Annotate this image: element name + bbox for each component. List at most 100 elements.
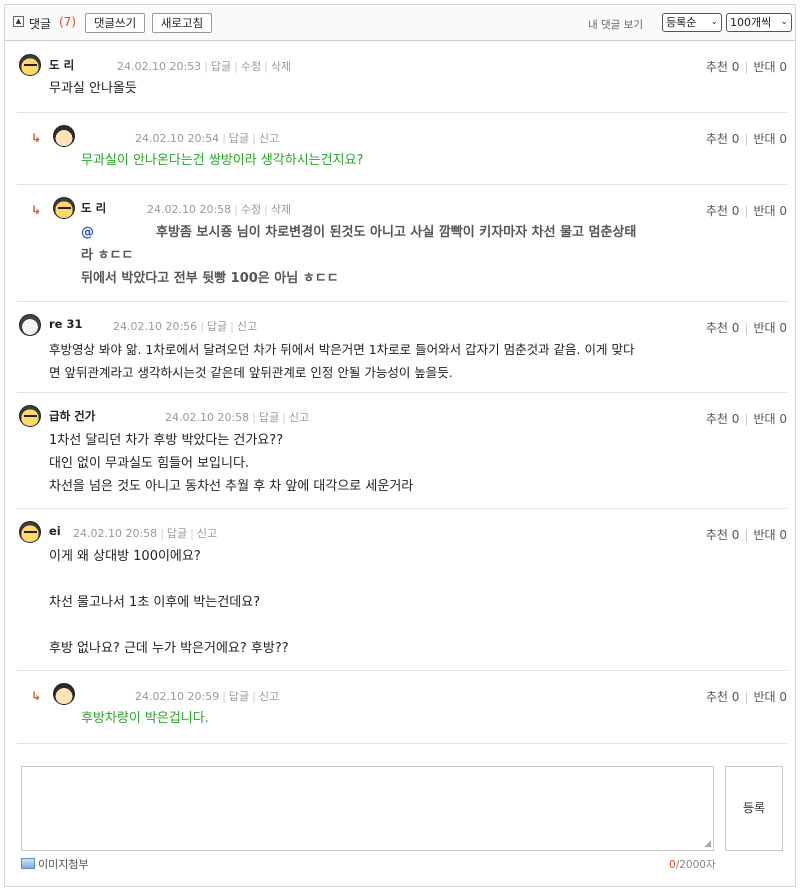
comment-meta: 24.02.10 20:58 | 수정 | 삭제 [147,203,292,216]
comment-votes: 추천 0 | 반대 0 [705,204,787,218]
downvote-button[interactable]: 반대 0 [753,132,787,146]
comment-line-with-mention: @ 후방좀 보시죵 님이 차로변경이 된것도 아니고 사실 깜빡이 키자마자 차선… [81,221,636,244]
comment-item: 도 리 24.02.10 20:53 | 답글 | 수정 | 삭제 추천 0 | 반대 0 무과… [17,42,787,113]
comment-line: 차선을 넘은 것도 아니고 동차선 추월 후 차 앞에 대각으로 세운거라 [49,479,414,494]
comment-section: ▲ 댓글 (7) 댓글쓰기 새로고침 내 댓글 보기 등록순 ⌄ 100개씩 ⌄ 도… [4,4,796,887]
comment-meta: 24.02.10 20:58 | 답글 | 신고 [73,527,218,540]
my-comments-link[interactable]: 내 댓글 보기 [588,17,643,32]
comment-title: 댓글 [29,17,52,31]
per-page-select[interactable]: 100개씩 ⌄ [726,13,792,32]
sort-select[interactable]: 등록순 ⌄ [662,13,722,32]
downvote-button[interactable]: 반대 0 [753,60,787,74]
downvote-button[interactable]: 반대 0 [753,690,787,704]
comment-line: 1차선 달리던 차가 후방 박았다는 건가요?? [49,433,284,448]
edit-link[interactable]: 수정 [241,203,261,216]
comment-author[interactable]: 급하 건가 [49,408,95,424]
reply-link[interactable]: 답글 [167,527,187,540]
submit-comment-button[interactable]: 등록 [725,766,783,851]
upvote-button[interactable]: 추천 0 [706,321,740,335]
comment-body: 무과실 안나올듯 [49,77,137,100]
report-link[interactable]: 신고 [259,690,279,703]
comment-count: (7) [59,15,76,29]
reply-arrow-icon: ↳ [31,131,42,145]
resize-handle-icon[interactable]: ◢ [704,839,711,849]
comment-votes: 추천 0 | 반대 0 [705,690,787,704]
reply-link[interactable]: 답글 [259,411,279,424]
report-link[interactable]: 신고 [289,411,309,424]
report-link[interactable]: 신고 [237,320,257,333]
comment-author[interactable]: re 31 [49,317,82,331]
char-counter: 0/2000자 [669,857,716,872]
comment-meta: 24.02.10 20:54 | 답글 | 신고 [135,132,280,145]
avatar [53,683,75,705]
comment-meta: 24.02.10 20:58 | 답글 | 신고 [165,411,310,424]
avatar [19,314,41,336]
comment-author[interactable]: 도 리 [49,57,74,73]
comment-meta: 24.02.10 20:53 | 답글 | 수정 | 삭제 [117,60,292,73]
image-attach-label: 이미지첨부 [38,858,89,871]
avatar [53,125,75,147]
report-link[interactable]: 신고 [259,132,279,145]
comment-line: 후방영상 봐야 앎. 1차로에서 달려오던 차가 뒤에서 박은거면 1차로로 들… [49,342,635,357]
comment-line: 이게 왜 상대방 100이에요? [49,549,201,564]
edit-link[interactable]: 수정 [241,60,261,73]
comment-author[interactable]: 도 리 [81,200,106,216]
per-page-select-value: 100개씩 [730,16,772,29]
upvote-button[interactable]: 추천 0 [706,690,740,704]
report-link[interactable]: 신고 [197,527,217,540]
downvote-button[interactable]: 반대 0 [753,321,787,335]
comment-date: 24.02.10 20:53 [117,60,202,73]
comment-line: 무과실 안나올듯 [49,81,137,96]
reply-arrow-icon: ↳ [31,689,42,703]
comment-meta: 24.02.10 20:56 | 답글 | 신고 [113,320,258,333]
reply-link[interactable]: 답글 [211,60,231,73]
delete-link[interactable]: 삭제 [271,60,291,73]
upvote-button[interactable]: 추천 0 [706,132,740,146]
delete-link[interactable]: 삭제 [271,203,291,216]
comment-votes: 추천 0 | 반대 0 [705,60,787,74]
comment-date: 24.02.10 20:56 [113,320,198,333]
image-attach-button[interactable]: 이미지첨부 [21,856,89,872]
comment-votes: 추천 0 | 반대 0 [705,132,787,146]
reply-link[interactable]: 답글 [229,690,249,703]
comment-date: 24.02.10 20:58 [165,411,250,424]
comment-line: 후방 없나요? 근데 누가 박은거에요? 후방?? [49,641,289,656]
comment-line: 라 ㅎㄷㄷ [81,248,134,263]
comment-author[interactable]: ei [49,524,61,538]
reply-link[interactable]: 답글 [207,320,227,333]
downvote-button[interactable]: 반대 0 [753,412,787,426]
comment-reply: ↳ 도 리 24.02.10 20:58 | 수정 | 삭제 추천 0 | 반대 0 @ 후방… [17,185,787,302]
comment-reply: ↳ 24.02.10 20:54 | 답글 | 신고 추천 0 | 반대 0 무과실이 안나… [17,113,787,185]
comment-date: 24.02.10 20:59 [135,690,220,703]
comment-date: 24.02.10 20:58 [147,203,232,216]
comment-votes: 추천 0 | 반대 0 [705,412,787,426]
avatar [19,521,41,543]
upvote-button[interactable]: 추천 0 [706,204,740,218]
comment-body: 이게 왜 상대방 100이에요? 차선 물고나서 1초 이후에 박는건데요? 후… [49,545,289,660]
comment-body: @ 후방좀 보시죵 님이 차로변경이 된것도 아니고 사실 깜빡이 키자마자 차선… [81,221,636,290]
upvote-button[interactable]: 추천 0 [706,528,740,542]
downvote-button[interactable]: 반대 0 [753,204,787,218]
comment-line: 뒤에서 박았다고 전부 뒷빵 100은 아님 ㅎㄷㄷ [81,271,339,286]
upvote-button[interactable]: 추천 0 [706,412,740,426]
comment-item: ei 24.02.10 20:58 | 답글 | 신고 추천 0 | 반대 0 이게 왜 상… [17,509,787,671]
char-counter-max: /2000자 [675,859,716,871]
avatar [19,54,41,76]
collapse-icon[interactable]: ▲ [13,16,24,27]
avatar [19,405,41,427]
char-counter-current: 0 [669,859,676,871]
mention-tag[interactable]: @ [81,225,94,240]
comment-body: 1차선 달리던 차가 후방 박았다는 건가요?? 대인 없이 무과실도 힘들어 … [49,429,413,498]
avatar [53,197,75,219]
downvote-button[interactable]: 반대 0 [753,528,787,542]
comment-date: 24.02.10 20:58 [73,527,158,540]
refresh-button[interactable]: 새로고침 [152,13,212,33]
comment-votes: 추천 0 | 반대 0 [705,321,787,335]
comment-textarea[interactable]: ◢ [21,766,714,851]
reply-link[interactable]: 답글 [229,132,249,145]
upvote-button[interactable]: 추천 0 [706,60,740,74]
comment-votes: 추천 0 | 반대 0 [705,528,787,542]
write-comment-button[interactable]: 댓글쓰기 [85,13,145,33]
